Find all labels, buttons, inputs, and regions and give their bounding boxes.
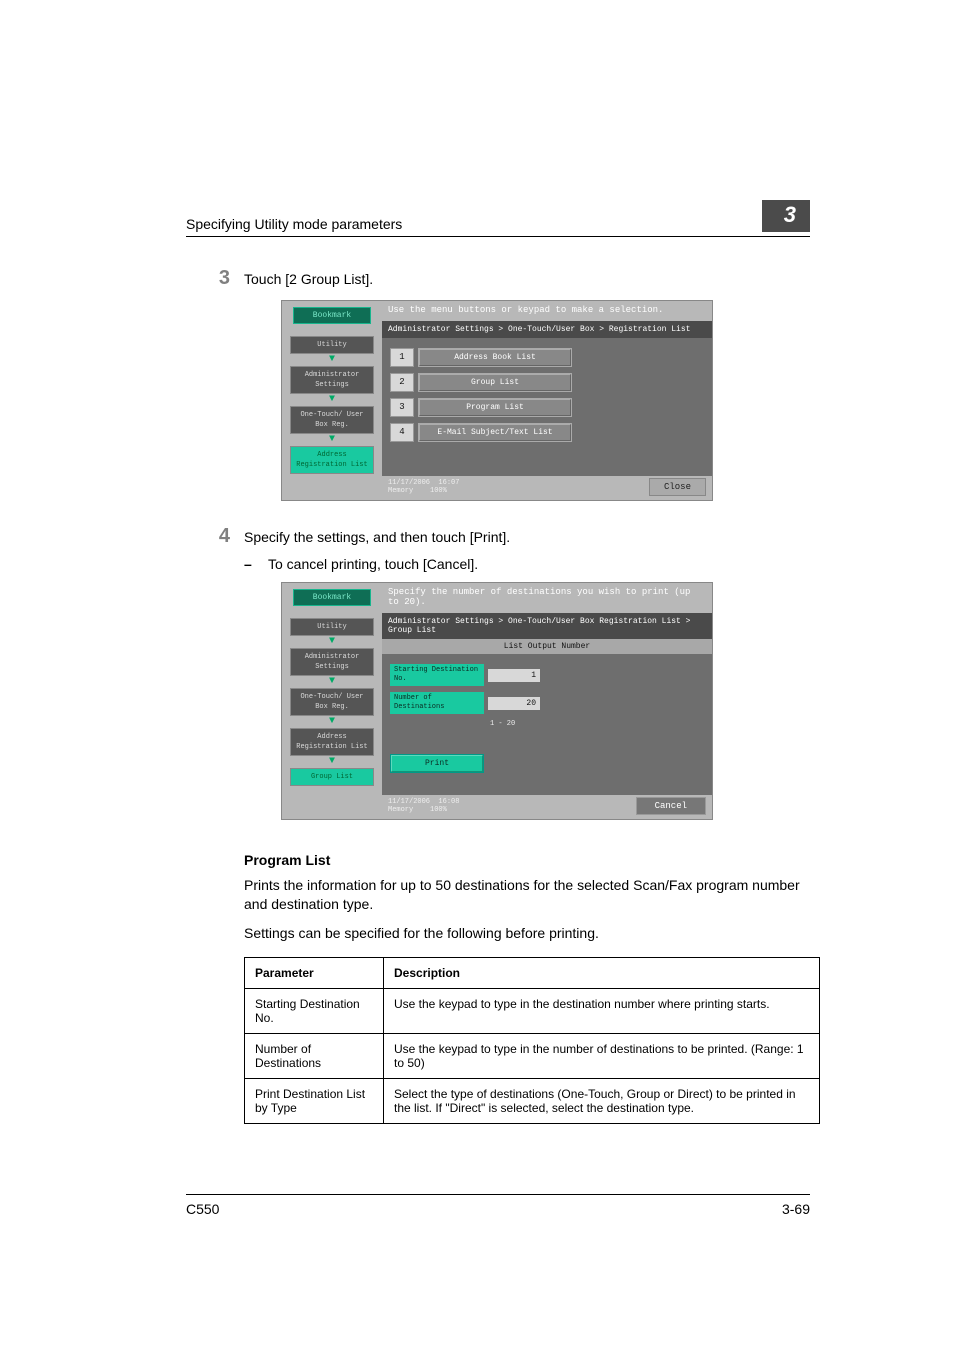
status-area: 11/17/2006 16:07 Memory 100% xyxy=(388,479,459,495)
parameters-table: Parameter Description Starting Destinati… xyxy=(244,957,820,1124)
subheader-list-output: List Output Number xyxy=(382,639,712,654)
nav-arrow-icon: ▼ xyxy=(329,678,335,686)
menu-index-2: 2 xyxy=(390,373,414,392)
nav-arrow-icon: ▼ xyxy=(329,758,335,766)
param-desc: Select the type of destinations (One-Tou… xyxy=(384,1078,820,1123)
table-row: Starting Destination No. Use the keypad … xyxy=(245,988,820,1033)
print-button[interactable]: Print xyxy=(390,754,484,773)
param-desc: Use the keypad to type in the destinatio… xyxy=(384,988,820,1033)
nav-registration-list[interactable]: Address Registration List xyxy=(290,446,374,474)
nav-onetouch-userbox[interactable]: One-Touch/ User Box Reg. xyxy=(290,406,374,434)
footer-model: C550 xyxy=(186,1201,219,1217)
field-start-dest-value[interactable]: 1 xyxy=(488,669,540,682)
table-row: Print Destination List by Type Select th… xyxy=(245,1078,820,1123)
step-4-bullet: To cancel printing, touch [Cancel]. xyxy=(268,556,478,572)
menu-email-subject-text[interactable]: E-Mail Subject/Text List xyxy=(418,423,572,442)
breadcrumb: Administrator Settings > One-Touch/User … xyxy=(382,613,712,639)
screenshot-registration-list: Bookmark Utility ▼ Administrator Setting… xyxy=(281,300,713,501)
field-num-dest-label[interactable]: Number of Destinations xyxy=(390,692,484,714)
nav-arrow-icon: ▼ xyxy=(329,718,335,726)
close-button[interactable]: Close xyxy=(649,478,706,496)
footer-page-number: 3-69 xyxy=(782,1201,810,1217)
step-4-text: Specify the settings, and then touch [Pr… xyxy=(244,525,510,545)
nav-utility[interactable]: Utility xyxy=(290,336,374,354)
nav-onetouch-userbox[interactable]: One-Touch/ User Box Reg. xyxy=(290,688,374,716)
nav-admin-settings[interactable]: Administrator Settings xyxy=(290,366,374,394)
nav-registration-list[interactable]: Address Registration List xyxy=(290,728,374,756)
menu-address-book-list[interactable]: Address Book List xyxy=(418,348,572,367)
menu-index-3: 3 xyxy=(390,398,414,417)
chapter-number-badge: 3 xyxy=(762,200,810,232)
field-num-dest-value[interactable]: 20 xyxy=(488,697,540,710)
nav-arrow-icon: ▼ xyxy=(329,356,335,364)
step-3-text: Touch [2 Group List]. xyxy=(244,267,373,287)
step-3-number: 3 xyxy=(186,267,244,290)
menu-index-4: 4 xyxy=(390,423,414,442)
screen-message: Specify the number of destinations you w… xyxy=(382,583,712,613)
param-desc: Use the keypad to type in the number of … xyxy=(384,1033,820,1078)
table-header-parameter: Parameter xyxy=(245,957,384,988)
program-list-heading: Program List xyxy=(244,852,810,868)
bookmark-button[interactable]: Bookmark xyxy=(293,589,371,606)
nav-arrow-icon: ▼ xyxy=(329,436,335,444)
nav-arrow-icon: ▼ xyxy=(329,396,335,404)
nav-group-list[interactable]: Group List xyxy=(290,768,374,786)
param-name: Starting Destination No. xyxy=(245,988,384,1033)
cancel-button[interactable]: Cancel xyxy=(636,797,706,815)
param-name: Print Destination List by Type xyxy=(245,1078,384,1123)
menu-program-list[interactable]: Program List xyxy=(418,398,572,417)
program-list-desc-1: Prints the information for up to 50 dest… xyxy=(244,876,810,914)
param-name: Number of Destinations xyxy=(245,1033,384,1078)
field-start-dest-label[interactable]: Starting Destination No. xyxy=(390,664,484,686)
table-header-description: Description xyxy=(384,957,820,988)
nav-admin-settings[interactable]: Administrator Settings xyxy=(290,648,374,676)
nav-utility[interactable]: Utility xyxy=(290,618,374,636)
bullet-dash: – xyxy=(244,556,268,572)
status-area: 11/17/2006 16:08 Memory 100% xyxy=(388,798,459,814)
page-header-title: Specifying Utility mode parameters xyxy=(186,216,402,232)
bookmark-button[interactable]: Bookmark xyxy=(293,307,371,324)
screen-message: Use the menu buttons or keypad to make a… xyxy=(382,301,712,321)
nav-arrow-icon: ▼ xyxy=(329,638,335,646)
step-4-number: 4 xyxy=(186,525,244,548)
menu-index-1: 1 xyxy=(390,348,414,367)
menu-group-list[interactable]: Group List xyxy=(418,373,572,392)
screenshot-group-list-settings: Bookmark Utility ▼ Administrator Setting… xyxy=(281,582,713,820)
program-list-desc-2: Settings can be specified for the follow… xyxy=(244,924,810,943)
breadcrumb: Administrator Settings > One-Touch/User … xyxy=(382,321,712,338)
table-row: Number of Destinations Use the keypad to… xyxy=(245,1033,820,1078)
field-num-dest-range: 1 - 20 xyxy=(490,720,704,728)
